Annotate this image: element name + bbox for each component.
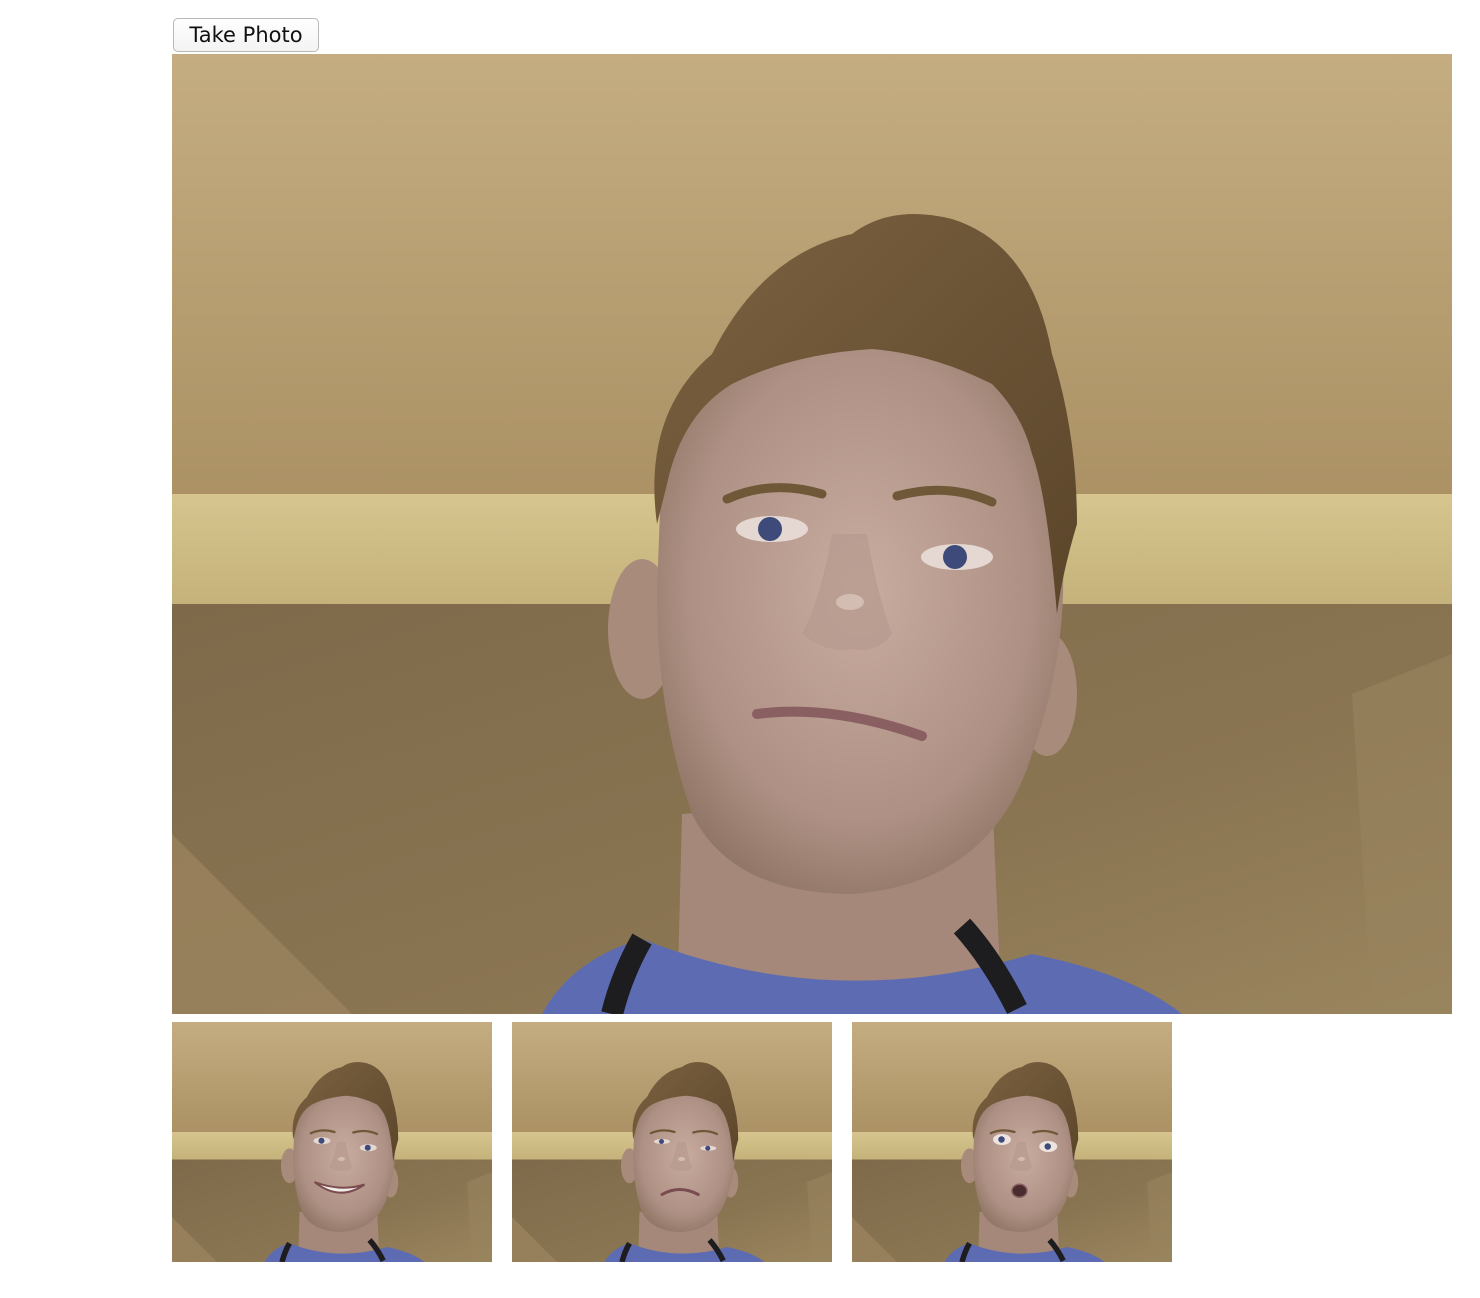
captured-photo-frown[interactable] [512, 1022, 832, 1262]
live-video-feed [172, 54, 1452, 1014]
captured-photo-smile[interactable] [172, 1022, 492, 1262]
captured-photos [172, 1022, 1172, 1262]
captured-photo-surprised[interactable] [852, 1022, 1172, 1262]
take-photo-button[interactable]: Take Photo [173, 18, 319, 52]
